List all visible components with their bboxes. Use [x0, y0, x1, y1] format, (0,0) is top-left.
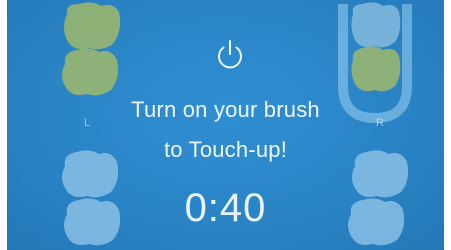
- prompt-line-1: Turn on your brush: [131, 97, 320, 122]
- power-icon: [218, 40, 242, 69]
- upper-left-teeth: [62, 2, 121, 96]
- touch-up-screen: L R Turn on your brush to Touch-up! 0:40: [7, 0, 444, 250]
- prompt-line-2: to Touch-up!: [163, 137, 288, 162]
- countdown-timer: 0:40: [184, 186, 267, 230]
